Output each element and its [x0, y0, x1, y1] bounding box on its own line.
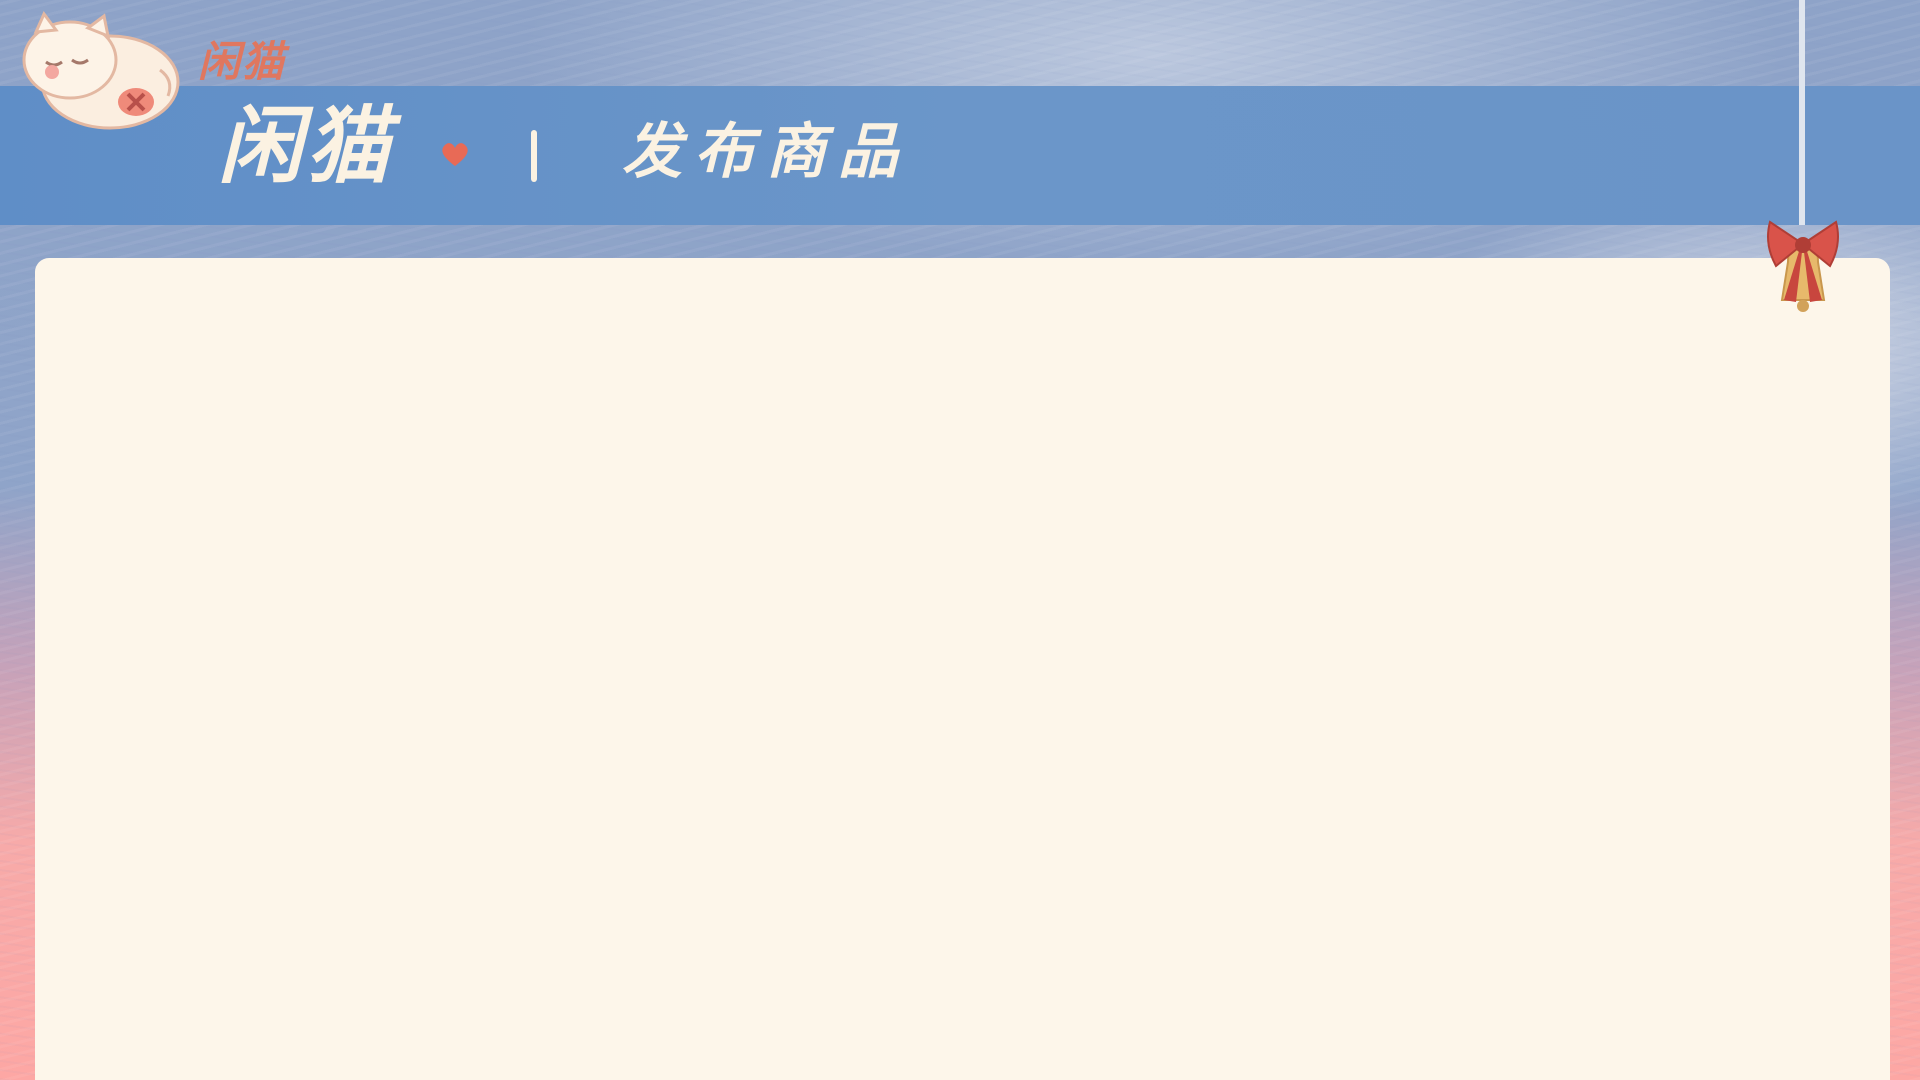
sleeping-cat-icon	[22, 11, 180, 130]
christmas-bell-icon	[1767, 220, 1839, 312]
bell-string	[1799, 0, 1805, 225]
title-divider	[531, 130, 537, 182]
brand-logo[interactable]: 闲猫	[218, 104, 394, 188]
page-title: 发布商品	[622, 117, 910, 187]
small-logo: 闲猫	[198, 37, 287, 86]
heart-icon	[442, 143, 468, 166]
content-panel	[35, 258, 1890, 1080]
